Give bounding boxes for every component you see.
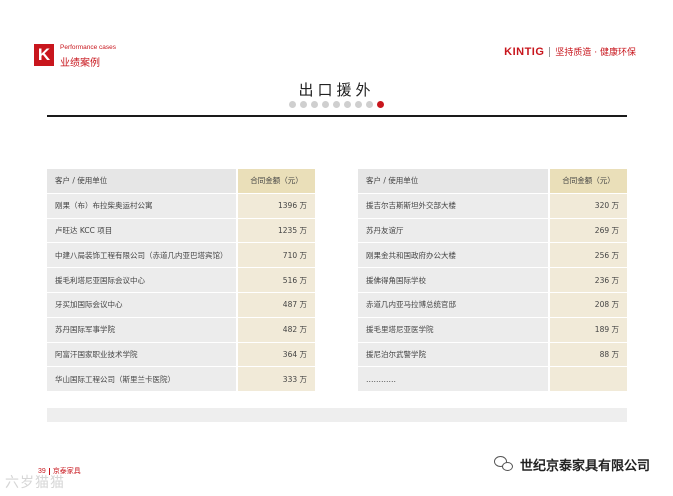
table-row: 援佛得角国际学校 236 万 [358,268,627,292]
right-case-table: 客户 / 使用单位 合同金额（元） 援吉尔吉斯斯坦外交部大楼 320 万苏丹友谊厅 26… [358,169,627,392]
client-name-cell: 中建八局装饰工程有限公司（赤道几内亚巴塔宾馆） [47,243,236,268]
brand-block: KINTIG 坚持质造 · 健康环保 [504,45,636,59]
table-row: 赤道几内亚马拉博总统官邸 208 万 [358,292,627,317]
table-row: 牙买加国际会议中心 487 万 [47,292,315,317]
pager-dot[interactable] [333,101,340,108]
section-title-cn: 业绩案例 [60,58,100,69]
client-name-cell: 援毛利塔尼亚国际会议中心 [47,268,236,292]
section-title-en: Performance cases [60,44,116,51]
table-row: 援尼泊尔武警学院 88 万 [358,342,627,367]
company-signature: 世纪京泰家具有限公司 [493,455,650,474]
pager-dot[interactable] [289,101,296,108]
column-header-client: 客户 / 使用单位 [358,169,548,193]
contract-amount-cell: 1235 万 [238,218,315,243]
contract-amount-cell: 236 万 [550,268,627,292]
client-name-cell: 阿富汗国家职业技术学院 [47,342,236,367]
table-header-row: 客户 / 使用单位 合同金额（元） [358,169,627,193]
client-name-cell: 刚果金共和国政府办公大楼 [358,243,548,268]
table-row: 阿富汗国家职业技术学院 364 万 [47,342,315,367]
left-case-table: 客户 / 使用单位 合同金额（元） 刚果（布）布拉柴奥运村公寓 1396 万卢旺达 K… [47,169,315,392]
table-row: 刚果（布）布拉柴奥运村公寓 1396 万 [47,193,315,218]
contract-amount-cell: 333 万 [238,367,315,392]
table-row: ………… [358,367,627,392]
company-name: 世纪京泰家具有限公司 [519,459,650,474]
pager-dots [0,101,673,108]
table-row: 苏丹国际军事学院 482 万 [47,317,315,342]
table-row: 华山国际工程公司（斯里兰卡医院） 333 万 [47,367,315,392]
client-name-cell: 牙买加国际会议中心 [47,292,236,317]
watermark: 六岁猫猫 [5,475,65,491]
brand-name: KINTIG [504,45,545,58]
table-row: 援毛利塔尼亚国际会议中心 516 万 [47,268,315,292]
kintig-logo: K [34,44,54,66]
contract-amount-cell: 189 万 [550,317,627,342]
column-header-amount: 合同金额（元） [550,169,627,193]
column-header-amount: 合同金额（元） [238,169,315,193]
page-title: 出口援外 [298,81,375,99]
pager-dot-active[interactable] [377,101,384,108]
contract-amount-cell: 710 万 [238,243,315,268]
contract-amount-cell: 320 万 [550,193,627,218]
client-name-cell: 援吉尔吉斯斯坦外交部大楼 [358,193,548,218]
contract-amount-cell: 256 万 [550,243,627,268]
client-name-cell: 刚果（布）布拉柴奥运村公寓 [47,193,236,218]
table-row: 援吉尔吉斯斯坦外交部大楼 320 万 [358,193,627,218]
contract-amount-cell: 208 万 [550,292,627,317]
wechat-icon [493,456,514,473]
contract-amount-cell: 1396 万 [238,193,315,218]
client-name-cell: 援毛里塔尼亚医学院 [358,317,548,342]
brand-divider [549,46,551,57]
pager-dot[interactable] [322,101,329,108]
client-name-cell: 援佛得角国际学校 [358,268,548,292]
contract-amount-cell: 269 万 [550,218,627,243]
bottom-bar [47,408,627,422]
pager-dot[interactable] [344,101,351,108]
client-name-cell: 苏丹友谊厅 [358,218,548,243]
table-row: 苏丹友谊厅 269 万 [358,218,627,243]
contract-amount-cell: 88 万 [550,342,627,367]
client-name-cell: 卢旺达 KCC 项目 [47,218,236,243]
client-name-cell: 苏丹国际军事学院 [47,317,236,342]
pager-dot[interactable] [311,101,318,108]
brand-slogan: 坚持质造 · 健康环保 [555,48,636,58]
client-name-cell: 援尼泊尔武警学院 [358,342,548,367]
table-header-row: 客户 / 使用单位 合同金额（元） [47,169,315,193]
table-row: 刚果金共和国政府办公大楼 256 万 [358,243,627,268]
contract-amount-cell: 482 万 [238,317,315,342]
pager-dot[interactable] [355,101,362,108]
table-row: 卢旺达 KCC 项目 1235 万 [47,218,315,243]
contract-amount-cell [550,367,627,392]
contract-amount-cell: 516 万 [238,268,315,292]
table-row: 援毛里塔尼亚医学院 189 万 [358,317,627,342]
pager-dot[interactable] [300,101,307,108]
pager-dot[interactable] [366,101,373,108]
title-divider [47,115,627,117]
client-name-cell: 华山国际工程公司（斯里兰卡医院） [47,367,236,392]
contract-amount-cell: 364 万 [238,342,315,367]
client-name-cell: 赤道几内亚马拉博总统官邸 [358,292,548,317]
table-row: 中建八局装饰工程有限公司（赤道几内亚巴塔宾馆） 710 万 [47,243,315,268]
client-name-cell: ………… [358,367,548,392]
contract-amount-cell: 487 万 [238,292,315,317]
column-header-client: 客户 / 使用单位 [47,169,236,193]
